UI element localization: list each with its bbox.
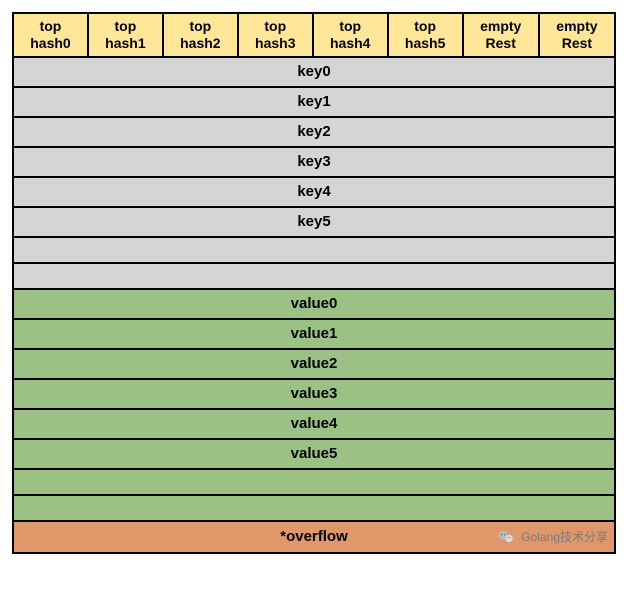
value-cell-1: value1 (13, 319, 615, 349)
header-cell-top-hash2: tophash2 (163, 13, 238, 57)
key-row: key0 (13, 57, 615, 87)
value-row-empty (13, 495, 615, 521)
key-cell-7 (13, 263, 615, 289)
value-row-empty (13, 469, 615, 495)
header-cell-top-hash4: tophash4 (313, 13, 388, 57)
value-row: value2 (13, 349, 615, 379)
key-cell-3: key3 (13, 147, 615, 177)
value-row: value5 (13, 439, 615, 469)
watermark-text: Golang技术分享 (521, 528, 608, 545)
header-cell-empty-rest-1: emptyRest (539, 13, 615, 57)
key-row-empty (13, 237, 615, 263)
key-row: key2 (13, 117, 615, 147)
key-row: key5 (13, 207, 615, 237)
value-cell-7 (13, 495, 615, 521)
header-cell-top-hash3: tophash3 (238, 13, 313, 57)
bucket-layout-diagram: tophash0 tophash1 tophash2 tophash3 toph… (12, 12, 616, 554)
key-row-empty (13, 263, 615, 289)
overflow-cell: *overflow Golang技术分享 (13, 521, 615, 553)
key-cell-5: key5 (13, 207, 615, 237)
value-cell-4: value4 (13, 409, 615, 439)
key-cell-1: key1 (13, 87, 615, 117)
key-row: key1 (13, 87, 615, 117)
overflow-row: *overflow Golang技术分享 (13, 521, 615, 553)
key-row: key4 (13, 177, 615, 207)
key-cell-6 (13, 237, 615, 263)
overflow-label: *overflow (280, 528, 348, 545)
header-cell-empty-rest-0: emptyRest (463, 13, 539, 57)
top-hash-header-row: tophash0 tophash1 tophash2 tophash3 toph… (13, 13, 615, 57)
key-row: key3 (13, 147, 615, 177)
value-cell-2: value2 (13, 349, 615, 379)
watermark: Golang技术分享 (497, 528, 608, 546)
value-row: value4 (13, 409, 615, 439)
wechat-icon (497, 528, 515, 546)
header-cell-top-hash5: tophash5 (388, 13, 463, 57)
header-cell-top-hash0: tophash0 (13, 13, 88, 57)
value-row: value3 (13, 379, 615, 409)
value-cell-5: value5 (13, 439, 615, 469)
value-row: value1 (13, 319, 615, 349)
value-cell-6 (13, 469, 615, 495)
header-cell-top-hash1: tophash1 (88, 13, 163, 57)
value-cell-3: value3 (13, 379, 615, 409)
value-row: value0 (13, 289, 615, 319)
key-cell-4: key4 (13, 177, 615, 207)
value-cell-0: value0 (13, 289, 615, 319)
key-cell-0: key0 (13, 57, 615, 87)
key-cell-2: key2 (13, 117, 615, 147)
